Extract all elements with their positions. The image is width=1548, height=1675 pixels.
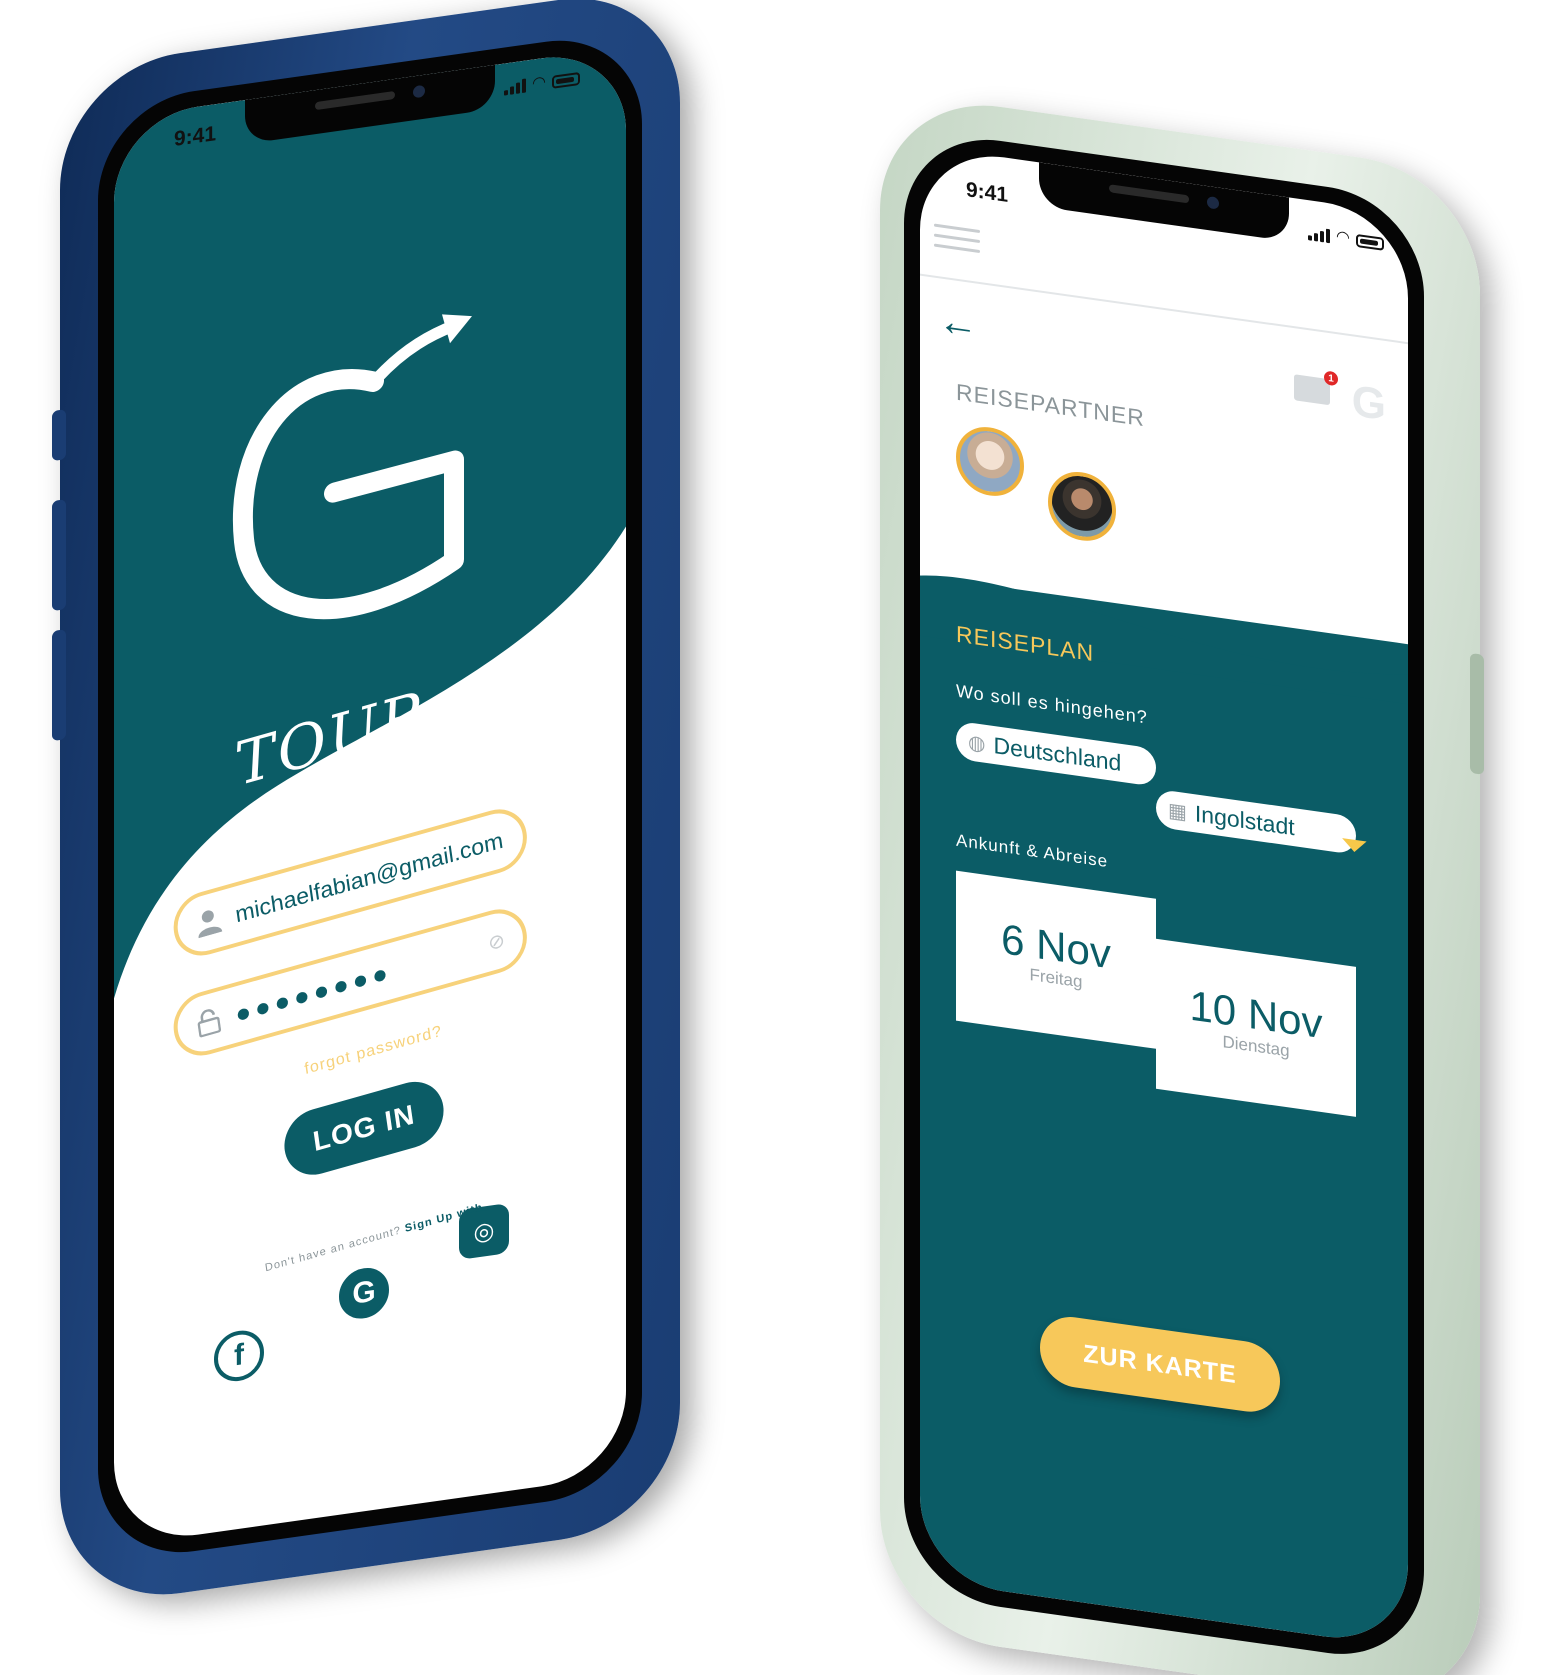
menu-icon[interactable] — [934, 223, 980, 260]
power-button — [1470, 652, 1484, 775]
country-value: Deutschland — [993, 731, 1122, 776]
back-arrow-icon[interactable]: ← — [938, 298, 978, 349]
notch — [1039, 162, 1289, 242]
destination-question: Wo soll es hingehen? — [956, 680, 1148, 728]
status-time: 9:41 — [966, 178, 1009, 207]
phone-right: 9:41 ◠ ← 1 G REISEPARTNER REISEPLAN Wo s… — [880, 90, 1484, 1675]
partners-title: REISEPARTNER — [956, 378, 1145, 432]
building-icon: ▦ — [1168, 798, 1187, 824]
partner-avatar-1[interactable] — [956, 422, 1024, 501]
city-select[interactable]: ▦ Ingolstadt — [1156, 788, 1356, 855]
globe-icon: ◍ — [968, 730, 986, 756]
panel-wave — [920, 575, 1408, 705]
speaker — [315, 90, 395, 111]
facebook-icon[interactable]: f — [214, 1327, 264, 1385]
filter-icon[interactable]: ⏷ — [1341, 825, 1368, 868]
logo-small-icon: G — [1351, 376, 1386, 431]
camera — [413, 84, 425, 99]
dates-label: Ankunft & Abreise — [956, 830, 1109, 872]
mockup-stage: 9:41 ◠ TOUR gether michaelfabian@gmail.c… — [0, 0, 1548, 1675]
login-button[interactable]: LOG IN — [280, 1073, 448, 1183]
volume-down-button — [52, 629, 66, 742]
plan-panel: REISEPLAN Wo soll es hingehen? ◍ Deutsch… — [920, 575, 1408, 1649]
volume-up-button — [52, 499, 66, 612]
departure-date-card[interactable]: 10 Nov Dienstag — [1156, 938, 1356, 1117]
lock-icon — [194, 1006, 223, 1038]
header-divider — [920, 273, 1408, 345]
signup-prompt-text: Don't have an account? — [264, 1224, 402, 1275]
signup-prompt: Don't have an account? Sign Up with — [264, 1201, 483, 1274]
forgot-password-link[interactable]: forgot password? — [303, 1023, 443, 1079]
status-icons: ◠ — [1308, 226, 1384, 251]
partner-avatar-2[interactable] — [1048, 467, 1116, 546]
instagram-icon[interactable]: ◎ — [459, 1202, 509, 1260]
user-icon — [194, 906, 223, 939]
speaker — [1109, 184, 1189, 204]
tourgether-logo-icon — [232, 314, 472, 620]
phone-left-bezel: 9:41 ◠ TOUR gether michaelfabian@gmail.c… — [98, 28, 642, 1565]
city-value: Ingolstadt — [1194, 799, 1295, 840]
wifi-icon: ◠ — [1336, 228, 1350, 248]
eye-slash-icon[interactable]: ⊘ — [486, 927, 507, 956]
arrival-date-card[interactable]: 6 Nov Freitag — [956, 870, 1156, 1049]
wifi-icon: ◠ — [532, 73, 546, 93]
login-screen: 9:41 ◠ TOUR gether michaelfabian@gmail.c… — [114, 46, 626, 1547]
phone-right-bezel: 9:41 ◠ ← 1 G REISEPARTNER REISEPLAN Wo s… — [904, 127, 1424, 1667]
battery-icon — [1356, 233, 1384, 251]
country-select[interactable]: ◍ Deutschland — [956, 720, 1156, 787]
trip-plan-screen: 9:41 ◠ ← 1 G REISEPARTNER REISEPLAN Wo s… — [920, 145, 1408, 1649]
phone-left: 9:41 ◠ TOUR gether michaelfabian@gmail.c… — [52, 0, 680, 1611]
google-icon[interactable]: G — [339, 1264, 389, 1322]
camera — [1207, 195, 1219, 210]
signal-icon — [1308, 226, 1331, 244]
to-map-button[interactable]: ZUR KARTE — [1040, 1312, 1280, 1417]
mute-switch — [52, 409, 66, 462]
